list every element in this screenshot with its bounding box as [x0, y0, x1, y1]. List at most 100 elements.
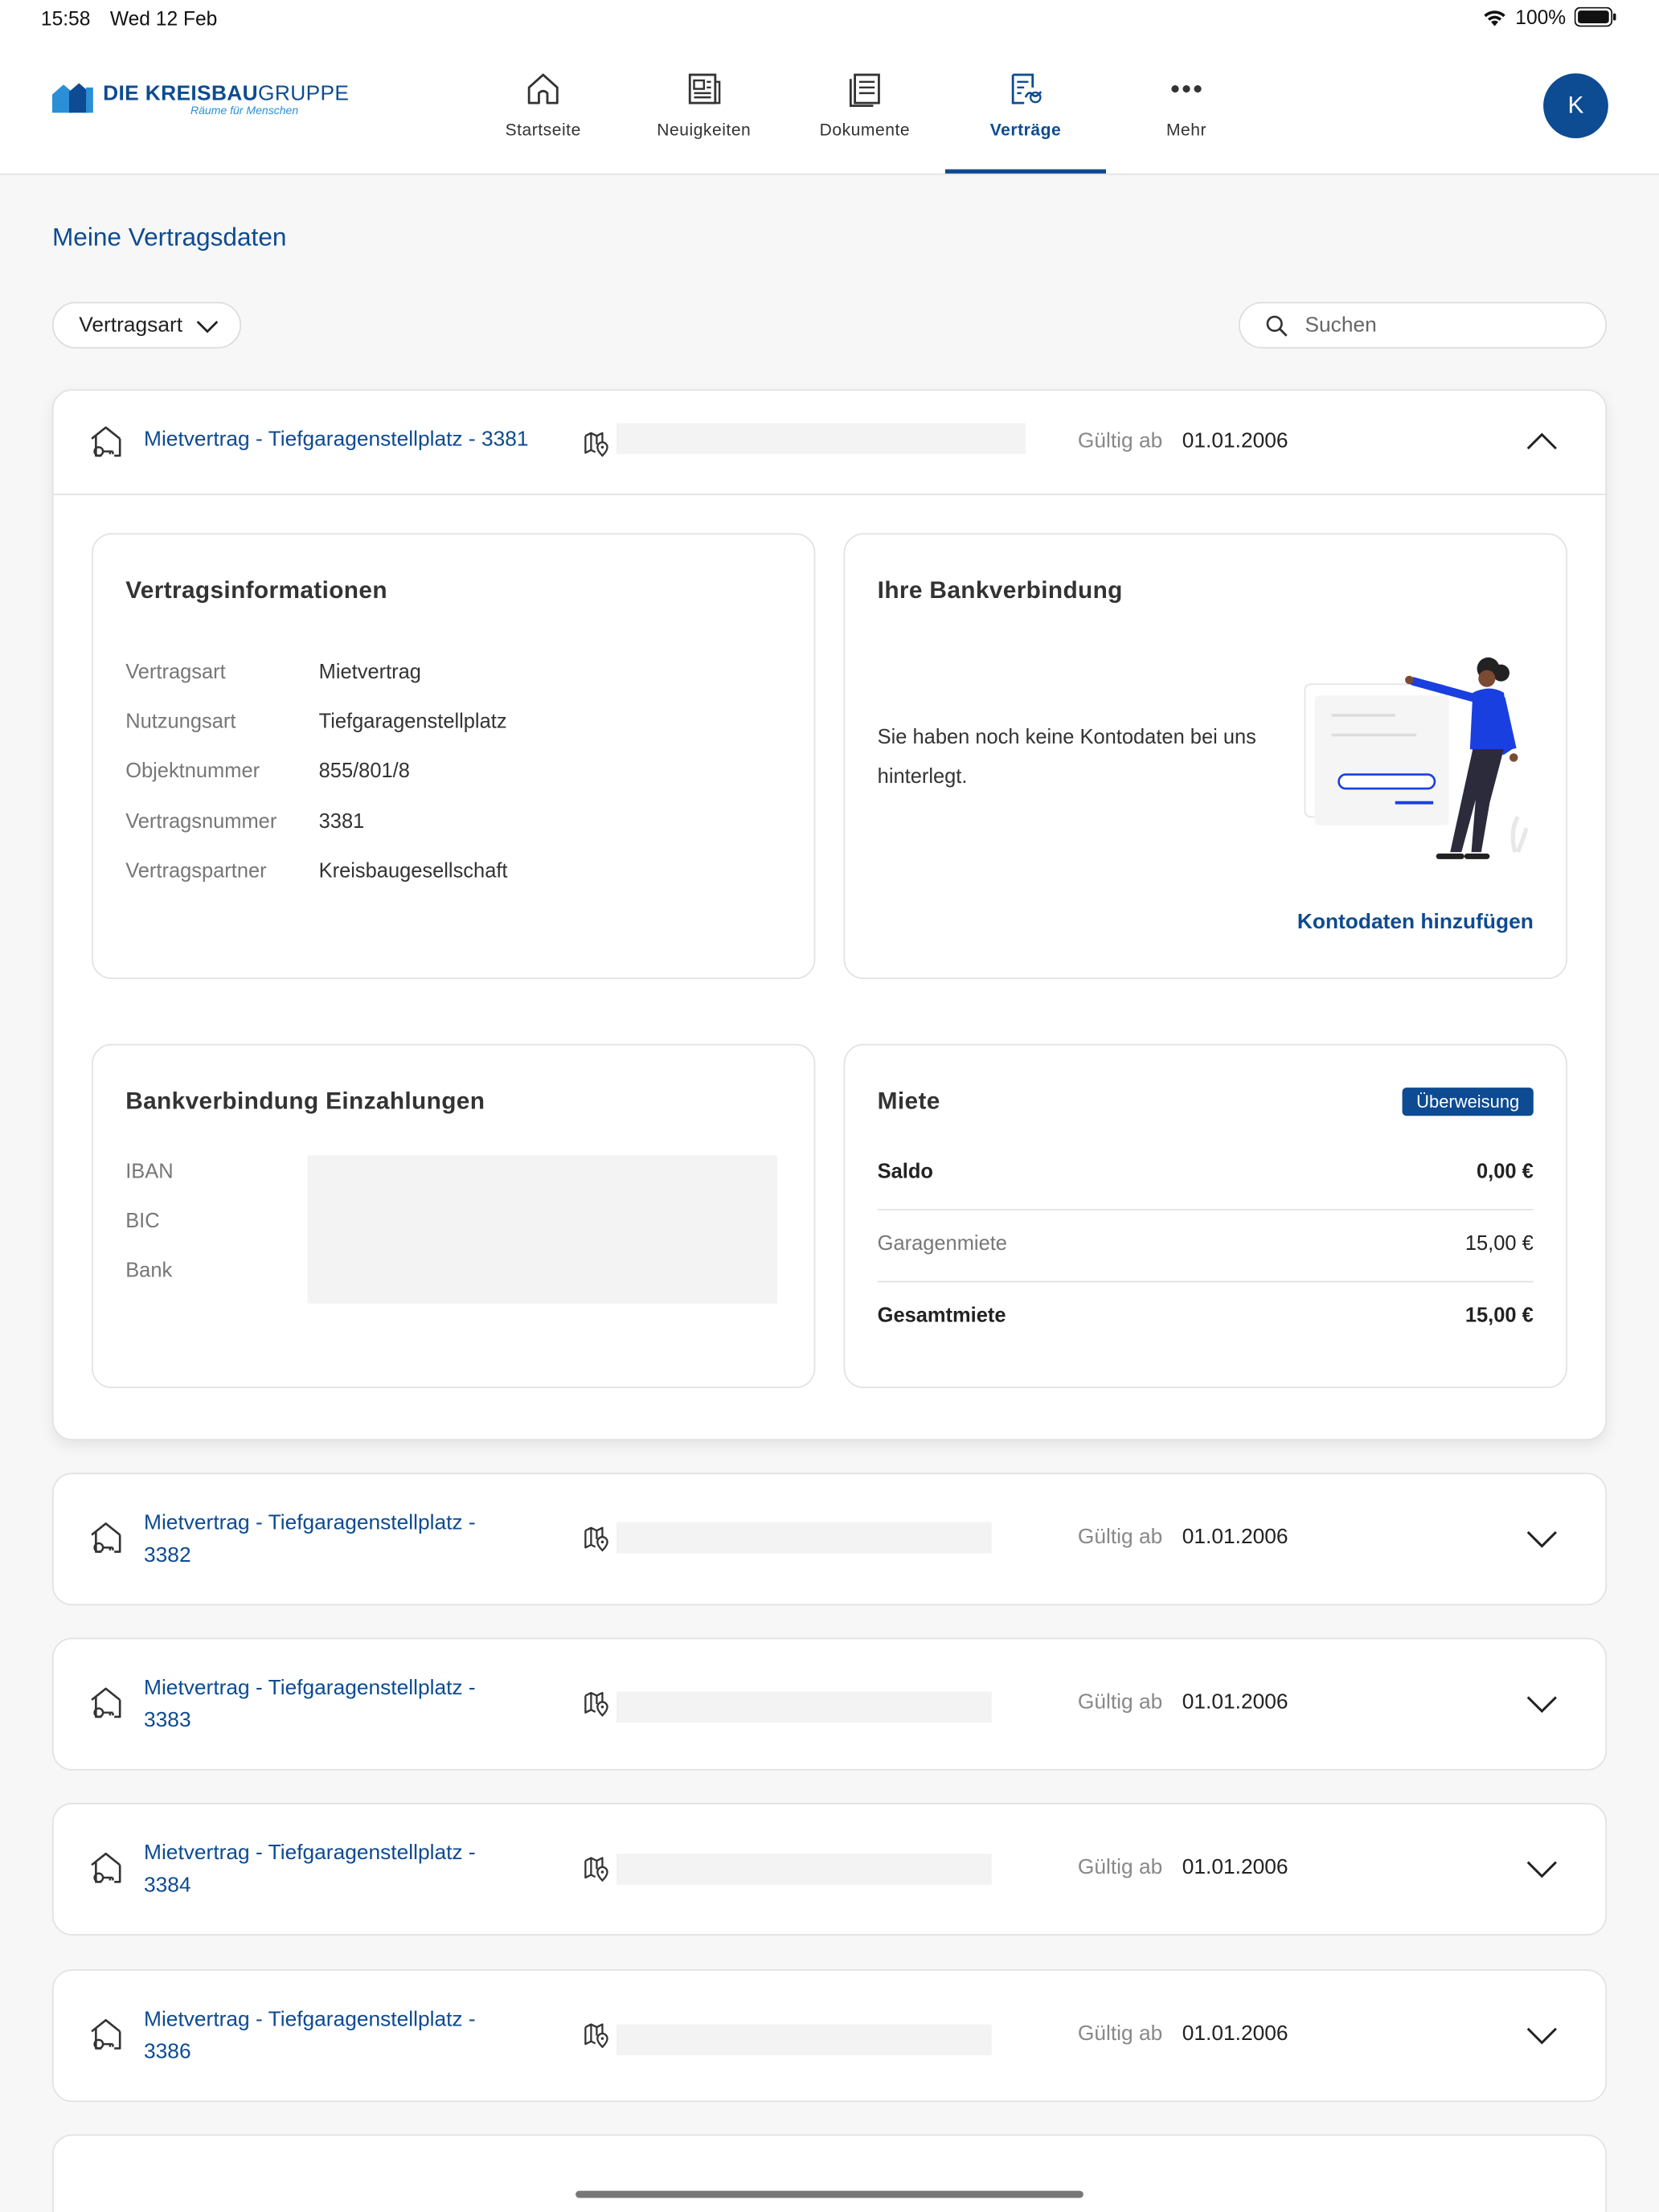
- valid-from-date: 01.01.2006: [1182, 1690, 1288, 1714]
- valid-from-date: 01.01.2006: [1182, 428, 1288, 453]
- app-screen: 15:58 Wed 12 Feb 100% DIE KREISBAUGRUPPE…: [0, 0, 1659, 2212]
- info-label: Nutzungsart: [125, 711, 236, 734]
- contract-icon: [1011, 73, 1043, 104]
- garage-key-icon: [91, 426, 121, 457]
- bank-label: Bank: [125, 1260, 173, 1283]
- nav-label: Startseite: [505, 120, 581, 140]
- contract-card[interactable]: Mietvertrag - Tiefgaragenstellplatz - 33…: [51, 1803, 1608, 1936]
- redacted-address: [616, 1691, 992, 1722]
- info-value: Kreisbaugesellschaft: [318, 860, 508, 883]
- logo-wordmark: DIE KREISBAUGRUPPE: [103, 82, 349, 106]
- nav-label: Neuigkeiten: [657, 120, 752, 140]
- valid-from-label: Gültig ab: [1077, 1854, 1163, 1879]
- valid-from-label: Gültig ab: [1077, 428, 1163, 453]
- search-field[interactable]: [1238, 301, 1608, 349]
- deposit-bank-panel: Bankverbindung Einzahlungen IBAN BIC Ban…: [92, 1043, 816, 1389]
- valid-from-label: Gültig ab: [1077, 1525, 1163, 1550]
- contract-header[interactable]: Mietvertrag - Tiefgaragenstellplatz - 33…: [54, 391, 1606, 494]
- info-value: 3381: [318, 811, 365, 834]
- iban-label: IBAN: [125, 1161, 174, 1184]
- contract-card[interactable]: Mietvertrag - Tiefgaragenstellplatz - 33…: [51, 1473, 1608, 1606]
- filter-label: Vertragsart: [79, 313, 183, 338]
- status-bar: 15:58 Wed 12 Feb 100%: [0, 0, 1659, 40]
- avatar[interactable]: K: [1543, 73, 1608, 138]
- chevron-down-icon[interactable]: [1526, 2027, 1558, 2046]
- map-pin-icon: [584, 1857, 608, 1882]
- chevron-down-icon[interactable]: [1526, 1696, 1558, 1714]
- wifi-icon: [1484, 10, 1506, 26]
- map-pin-icon: [584, 1526, 608, 1552]
- chevron-down-icon[interactable]: [1526, 1530, 1558, 1549]
- contract-title: Mietvertrag - Tiefgaragenstellplatz - 33…: [144, 1841, 476, 1898]
- logo-houses-icon: [51, 83, 93, 113]
- add-bank-data-link[interactable]: Kontodaten hinzufügen: [1297, 910, 1534, 934]
- logo-text: DIE KREISBAUGRUPPE Räume für Menschen: [103, 82, 349, 117]
- contract-card[interactable]: Mietvertrag - Tiefgaragenstellplatz - 33…: [51, 1637, 1608, 1771]
- bank-account-panel: Ihre Bankverbindung Sie haben noch keine…: [843, 533, 1567, 980]
- battery-percent: 100%: [1515, 6, 1567, 29]
- garage-key-icon: [91, 1522, 121, 1553]
- contract-card[interactable]: Mietvertrag - Tiefgaragenstellplatz - 33…: [51, 1969, 1608, 2103]
- nav-mehr[interactable]: Mehr: [1106, 39, 1267, 174]
- panel-heading: Bankverbindung Einzahlungen: [125, 1088, 485, 1115]
- redacted-address: [616, 2024, 992, 2056]
- chevron-down-icon: [197, 320, 219, 333]
- bic-label: BIC: [125, 1210, 160, 1233]
- redacted-address: [616, 423, 1026, 455]
- contract-title: Mietvertrag - Tiefgaragenstellplatz - 33…: [144, 2007, 476, 2064]
- no-bank-data-text: Sie haben noch keine Kontodaten bei uns …: [877, 726, 1256, 789]
- contract-title: Mietvertrag - Tiefgaragenstellplatz - 33…: [144, 1676, 476, 1733]
- rent-panel: Miete Überweisung Saldo 0,00 € Garagenmi…: [843, 1043, 1567, 1389]
- app-header: DIE KREISBAUGRUPPE Räume für Menschen St…: [0, 39, 1659, 175]
- nav-dokumente[interactable]: Dokumente: [784, 39, 945, 174]
- home-icon: [527, 73, 559, 104]
- rent-row-garage: Garagenmiete 15,00 €: [878, 1233, 1534, 1256]
- garage-key-icon: [91, 1852, 121, 1883]
- panel-heading: Vertragsinformationen: [125, 576, 387, 604]
- search-input[interactable]: [1301, 311, 1576, 339]
- rent-value: 15,00 €: [1464, 1232, 1534, 1256]
- logo-tagline: Räume für Menschen: [190, 104, 299, 117]
- divider: [877, 1280, 1534, 1283]
- status-time: 15:58: [40, 6, 91, 30]
- newspaper-icon: [688, 73, 721, 104]
- rent-row-saldo: Saldo 0,00 €: [878, 1161, 1534, 1183]
- battery-icon: [1574, 6, 1616, 27]
- info-value: 855/801/8: [318, 760, 410, 784]
- contract-title: Mietvertrag - Tiefgaragenstellplatz - 33…: [144, 1510, 476, 1567]
- valid-from-label: Gültig ab: [1077, 2022, 1163, 2046]
- chevron-up-icon[interactable]: [1526, 432, 1558, 450]
- panel-heading: Miete: [877, 1088, 940, 1115]
- nav-startseite[interactable]: Startseite: [463, 39, 624, 174]
- valid-from-date: 01.01.2006: [1182, 2022, 1288, 2046]
- info-label: Vertragsnummer: [125, 811, 277, 834]
- contract-card-expanded: Mietvertrag - Tiefgaragenstellplatz - 33…: [51, 389, 1608, 1440]
- home-indicator[interactable]: [576, 2190, 1083, 2198]
- contract-card-partial[interactable]: [51, 2134, 1608, 2212]
- redacted-address: [616, 1522, 992, 1554]
- info-label: Vertragspartner: [125, 860, 267, 883]
- contract-title: Mietvertrag - Tiefgaragenstellplatz - 33…: [144, 427, 529, 452]
- page-title: Meine Vertragsdaten: [51, 223, 287, 252]
- info-label: Vertragsart: [125, 662, 226, 685]
- rent-row-total: Gesamtmiete 15,00 €: [878, 1305, 1534, 1327]
- rent-value: 0,00 €: [1477, 1161, 1534, 1184]
- nav-label: Mehr: [1165, 120, 1207, 140]
- contract-info-panel: Vertragsinformationen Vertragsart Mietve…: [92, 533, 816, 980]
- logo-wordmark-light: GRUPPE: [258, 81, 350, 106]
- contract-type-filter[interactable]: Vertragsart: [51, 301, 242, 349]
- panel-heading: Ihre Bankverbindung: [877, 576, 1123, 604]
- nav-neuigkeiten[interactable]: Neuigkeiten: [624, 39, 784, 174]
- nav-vertraege[interactable]: Verträge: [944, 39, 1106, 174]
- more-icon: [1171, 85, 1202, 93]
- valid-from-date: 01.01.2006: [1182, 1525, 1288, 1550]
- nav-label: Dokumente: [819, 120, 911, 140]
- rent-label: Gesamtmiete: [877, 1305, 1006, 1328]
- rent-value: 15,00 €: [1464, 1305, 1534, 1328]
- logo-wordmark-bold: DIE KREISBAU: [103, 81, 259, 106]
- chevron-down-icon[interactable]: [1526, 1861, 1558, 1879]
- logo[interactable]: DIE KREISBAUGRUPPE Räume für Menschen: [51, 82, 349, 117]
- search-icon: [1266, 314, 1288, 336]
- status-date: Wed 12 Feb: [109, 6, 218, 30]
- info-label: Objektnummer: [125, 760, 260, 784]
